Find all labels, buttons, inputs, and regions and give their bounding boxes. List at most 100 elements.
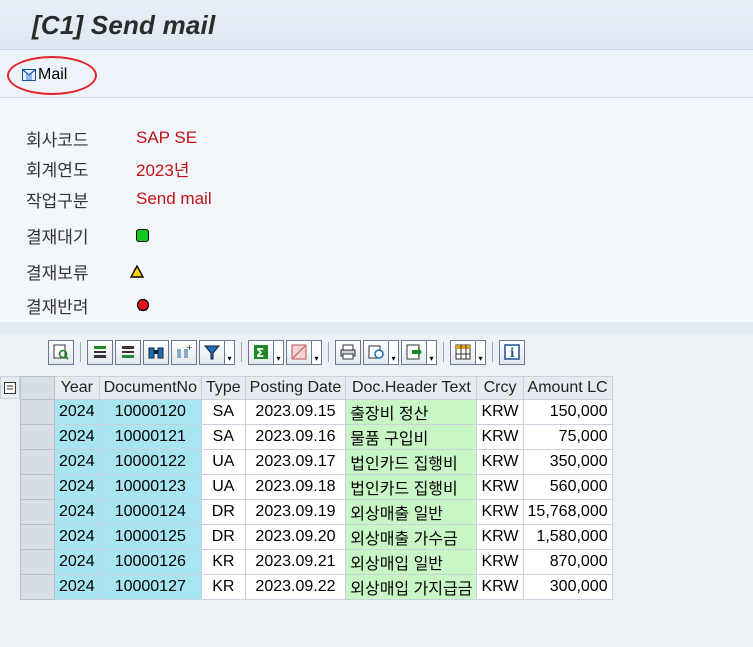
- column-header-year[interactable]: Year: [54, 376, 100, 400]
- cell-posting-date[interactable]: 2023.09.20: [244, 524, 347, 550]
- cell-type[interactable]: KR: [200, 549, 246, 575]
- cell-amount-lc[interactable]: 350,000: [522, 449, 613, 475]
- cell-crcy[interactable]: KRW: [476, 399, 524, 425]
- cell-posting-date[interactable]: 2023.09.18: [244, 474, 347, 500]
- row-selector[interactable]: [20, 549, 55, 575]
- cell-year[interactable]: 2024: [54, 399, 100, 425]
- cell-amount-lc[interactable]: 1,580,000: [522, 524, 613, 550]
- column-header-doc-header-text[interactable]: Doc.Header Text: [345, 376, 478, 400]
- column-header-documentno[interactable]: DocumentNo: [98, 376, 202, 400]
- cell-posting-date[interactable]: 2023.09.16: [244, 424, 347, 450]
- cell-documentno[interactable]: 10000121: [98, 424, 202, 450]
- table-row[interactable]: 2024 10000124 DR 2023.09.19 외상매출 일반 KRW 15,768…: [20, 499, 613, 525]
- cell-crcy[interactable]: KRW: [476, 474, 524, 500]
- cell-posting-date[interactable]: 2023.09.22: [244, 574, 347, 600]
- cell-posting-date[interactable]: 2023.09.21: [244, 549, 347, 575]
- cell-documentno[interactable]: 10000127: [98, 574, 202, 600]
- info-button[interactable]: i: [499, 339, 525, 365]
- sort-ascending-button[interactable]: [87, 339, 113, 365]
- find-button[interactable]: [143, 339, 169, 365]
- views-dropdown[interactable]: ▾: [389, 339, 399, 365]
- cell-amount-lc[interactable]: 870,000: [522, 549, 613, 575]
- cell-year[interactable]: 2024: [54, 424, 100, 450]
- column-header-type[interactable]: Type: [200, 376, 246, 400]
- cell-amount-lc[interactable]: 560,000: [522, 474, 613, 500]
- cell-type[interactable]: UA: [200, 449, 246, 475]
- cell-documentno[interactable]: 10000123: [98, 474, 202, 500]
- cell-type[interactable]: SA: [200, 424, 246, 450]
- table-row[interactable]: 2024 10000125 DR 2023.09.20 외상매출 가수금 KRW 1,580…: [20, 524, 613, 550]
- cell-amount-lc[interactable]: 150,000: [522, 399, 613, 425]
- cell-year[interactable]: 2024: [54, 574, 100, 600]
- filter-dropdown[interactable]: ▾: [225, 339, 235, 365]
- cell-doc-header-text[interactable]: 외상매출 일반: [345, 499, 478, 525]
- cell-crcy[interactable]: KRW: [476, 524, 524, 550]
- cell-type[interactable]: SA: [200, 399, 246, 425]
- views-button[interactable]: [363, 339, 389, 365]
- export-button[interactable]: [401, 339, 427, 365]
- cell-doc-header-text[interactable]: 법인카드 집행비: [345, 474, 478, 500]
- table-row[interactable]: 2024 10000126 KR 2023.09.21 외상매입 일반 KRW 870,00…: [20, 549, 613, 575]
- filter-button[interactable]: [199, 339, 225, 365]
- cell-amount-lc[interactable]: 75,000: [522, 424, 613, 450]
- row-selector[interactable]: [20, 449, 55, 475]
- print-button[interactable]: [335, 339, 361, 365]
- table-row[interactable]: 2024 10000121 SA 2023.09.16 물품 구입비 KRW 75,000: [20, 424, 613, 450]
- cell-year[interactable]: 2024: [54, 524, 100, 550]
- cell-posting-date[interactable]: 2023.09.19: [244, 499, 347, 525]
- cell-year[interactable]: 2024: [54, 449, 100, 475]
- cell-crcy[interactable]: KRW: [476, 574, 524, 600]
- table-row[interactable]: 2024 10000127 KR 2023.09.22 외상매입 가지급금 KRW 300,…: [20, 574, 613, 600]
- cell-year[interactable]: 2024: [54, 499, 100, 525]
- row-selector[interactable]: [20, 499, 55, 525]
- row-selector[interactable]: [20, 524, 55, 550]
- subtotal-button[interactable]: [286, 339, 312, 365]
- row-selector[interactable]: [20, 474, 55, 500]
- layout-button[interactable]: [450, 339, 476, 365]
- total-dropdown[interactable]: ▾: [274, 339, 284, 365]
- cell-posting-date[interactable]: 2023.09.15: [244, 399, 347, 425]
- column-header-posting-date[interactable]: Posting Date: [244, 376, 347, 400]
- cell-year[interactable]: 2024: [54, 549, 100, 575]
- cell-documentno[interactable]: 10000125: [98, 524, 202, 550]
- table-row[interactable]: 2024 10000122 UA 2023.09.17 법인카드 집행비 KRW 350,0…: [20, 449, 613, 475]
- cell-doc-header-text[interactable]: 법인카드 집행비: [345, 449, 478, 475]
- row-selector[interactable]: [20, 574, 55, 600]
- cell-doc-header-text[interactable]: 물품 구입비: [345, 424, 478, 450]
- cell-type[interactable]: DR: [200, 499, 246, 525]
- cell-amount-lc[interactable]: 15,768,000: [522, 499, 613, 525]
- cell-amount-lc[interactable]: 300,000: [522, 574, 613, 600]
- layout-dropdown[interactable]: ▾: [476, 339, 486, 365]
- cell-documentno[interactable]: 10000122: [98, 449, 202, 475]
- cell-crcy[interactable]: KRW: [476, 449, 524, 475]
- row-selector[interactable]: [20, 424, 55, 450]
- table-row[interactable]: 2024 10000120 SA 2023.09.15 출장비 정산 KRW 150,000: [20, 399, 613, 425]
- cell-crcy[interactable]: KRW: [476, 424, 524, 450]
- cell-year[interactable]: 2024: [54, 474, 100, 500]
- cell-doc-header-text[interactable]: 외상매입 일반: [345, 549, 478, 575]
- select-all-button[interactable]: [0, 376, 20, 399]
- column-header-crcy[interactable]: Crcy: [476, 376, 524, 400]
- find-next-button[interactable]: +: [171, 339, 197, 365]
- cell-crcy[interactable]: KRW: [476, 499, 524, 525]
- cell-documentno[interactable]: 10000126: [98, 549, 202, 575]
- cell-doc-header-text[interactable]: 외상매입 가지급금: [345, 574, 478, 600]
- cell-type[interactable]: UA: [200, 474, 246, 500]
- cell-type[interactable]: KR: [200, 574, 246, 600]
- cell-crcy[interactable]: KRW: [476, 549, 524, 575]
- cell-doc-header-text[interactable]: 외상매출 가수금: [345, 524, 478, 550]
- cell-documentno[interactable]: 10000124: [98, 499, 202, 525]
- details-button[interactable]: [48, 339, 74, 365]
- mail-button[interactable]: Mail: [22, 65, 67, 85]
- sort-descending-button[interactable]: [115, 339, 141, 365]
- total-button[interactable]: Σ: [248, 339, 274, 365]
- table-row[interactable]: 2024 10000123 UA 2023.09.18 법인카드 집행비 KRW 560,0…: [20, 474, 613, 500]
- subtotal-dropdown[interactable]: ▾: [312, 339, 322, 365]
- export-dropdown[interactable]: ▾: [427, 339, 437, 365]
- cell-documentno[interactable]: 10000120: [98, 399, 202, 425]
- cell-posting-date[interactable]: 2023.09.17: [244, 449, 347, 475]
- row-selector[interactable]: [20, 399, 55, 425]
- cell-doc-header-text[interactable]: 출장비 정산: [345, 399, 478, 425]
- column-header-amount-lc[interactable]: Amount LC: [522, 376, 613, 400]
- cell-type[interactable]: DR: [200, 524, 246, 550]
